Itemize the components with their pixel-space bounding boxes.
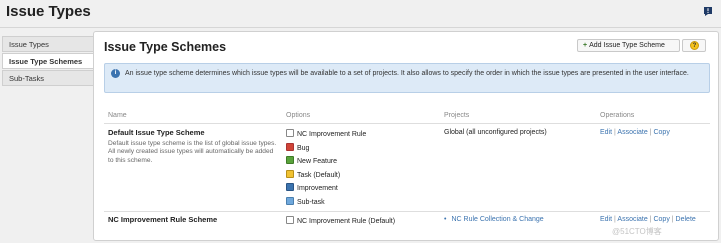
- list-item: Bug: [286, 142, 366, 157]
- info-message: i An issue type scheme determines which …: [104, 63, 710, 93]
- page-title: Issue Types: [6, 3, 91, 20]
- header-divider: [0, 27, 721, 28]
- nc-improvement-icon: [286, 129, 294, 137]
- delete-link[interactable]: Delete: [676, 216, 696, 223]
- list-item: Improvement: [286, 183, 366, 197]
- new-feature-icon: [286, 156, 294, 164]
- list-item: Task (Default): [286, 169, 366, 184]
- nc-improvement-icon: [286, 216, 294, 224]
- add-button-label: Add Issue Type Scheme: [589, 42, 665, 49]
- panel-title: Issue Type Schemes: [104, 40, 227, 54]
- improvement-icon: [286, 183, 294, 191]
- associate-link[interactable]: Associate: [617, 216, 647, 223]
- scheme-projects: Global (all unconfigured projects): [444, 129, 547, 136]
- list-item: NC Improvement Rule: [286, 129, 366, 143]
- bug-icon: [286, 142, 294, 151]
- column-header-name: Name: [108, 112, 127, 119]
- edit-link[interactable]: Edit: [600, 216, 612, 223]
- scheme-options-list: NC Improvement Rule Bug New Feature Task…: [286, 129, 366, 210]
- info-icon: i: [111, 69, 120, 78]
- scheme-operations: Edit | Associate | Copy: [600, 129, 670, 136]
- scheme-name: Default Issue Type Scheme: [108, 128, 205, 137]
- subtask-icon: [286, 196, 294, 205]
- scheme-options-list: NC Improvement Rule (Default): [286, 216, 395, 230]
- help-icon: ?: [690, 41, 699, 50]
- plus-icon: +: [583, 42, 588, 49]
- main-panel: Issue Type Schemes + Add Issue Type Schem…: [93, 31, 719, 241]
- row-divider: [104, 211, 710, 212]
- scheme-operations: Edit | Associate | Copy | Delete: [600, 216, 696, 223]
- list-item: Sub-task: [286, 196, 366, 211]
- column-header-operations: Operations: [600, 112, 635, 119]
- project-link[interactable]: NC Rule Collection & Change: [451, 216, 543, 223]
- column-header-projects: Projects: [444, 112, 470, 119]
- header-row-divider: [104, 123, 710, 124]
- sidebar-item-issue-type-schemes[interactable]: Issue Type Schemes: [2, 53, 95, 69]
- add-issue-type-scheme-button[interactable]: + Add Issue Type Scheme: [577, 39, 680, 52]
- sidebar: Issue Types Issue Type Schemes Sub-Tasks: [2, 36, 95, 87]
- watermark: @51CTO博客: [612, 227, 662, 236]
- bullet-icon: •: [444, 216, 447, 223]
- sidebar-item-issue-types[interactable]: Issue Types: [2, 36, 94, 52]
- help-button[interactable]: ?: [682, 39, 706, 52]
- edit-link[interactable]: Edit: [600, 129, 612, 136]
- sidebar-item-sub-tasks[interactable]: Sub-Tasks: [2, 70, 94, 86]
- help-flag-icon[interactable]: [704, 7, 712, 16]
- column-header-options: Options: [286, 112, 311, 119]
- list-item: NC Improvement Rule (Default): [286, 216, 395, 230]
- scheme-name: NC Improvement Rule Scheme: [108, 215, 218, 224]
- scheme-projects: • NC Rule Collection & Change: [444, 216, 544, 223]
- copy-link[interactable]: Copy: [653, 216, 669, 223]
- task-icon: [286, 169, 294, 178]
- associate-link[interactable]: Associate: [617, 129, 647, 136]
- info-text: An issue type scheme determines which is…: [125, 70, 689, 77]
- copy-link[interactable]: Copy: [653, 129, 669, 136]
- scheme-description: Default issue type scheme is the list of…: [108, 140, 277, 164]
- list-item: New Feature: [286, 156, 366, 170]
